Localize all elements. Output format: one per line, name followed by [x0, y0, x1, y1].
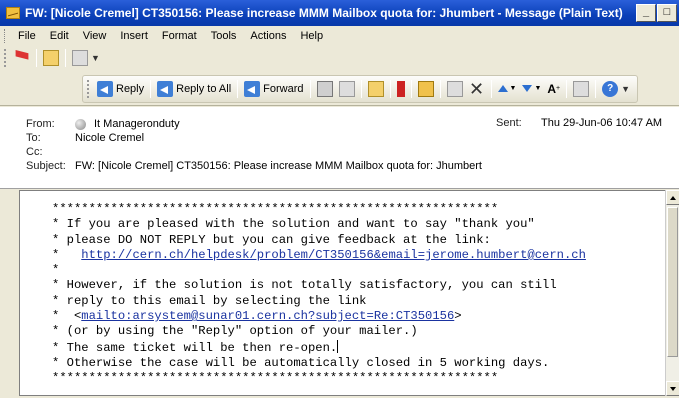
address-book-button[interactable]: ▼	[69, 47, 103, 69]
follow-up-button[interactable]	[394, 78, 408, 100]
body-stars-bottom: ****************************************…	[52, 371, 499, 386]
copy-button[interactable]	[336, 78, 358, 100]
text-cursor	[337, 339, 339, 353]
window-title: FW: [Nicole Cremel] CT350156: Please inc…	[25, 6, 623, 20]
menu-format[interactable]: Format	[155, 30, 204, 42]
menu-tools[interactable]: Tools	[204, 30, 244, 42]
menu-file[interactable]: File	[11, 30, 43, 42]
menu-help[interactable]: Help	[293, 30, 330, 42]
scroll-up-button[interactable]	[666, 190, 679, 205]
delete-button[interactable]: ✕	[466, 78, 488, 100]
standard-toolbar: ▼	[0, 46, 679, 70]
copy-to-folder-button[interactable]	[444, 78, 466, 100]
body-line: * The same ticket will be then re-open.	[52, 340, 338, 355]
encoding-icon	[573, 80, 590, 97]
categorize-button[interactable]	[365, 78, 387, 100]
reply-icon	[97, 80, 113, 97]
message-toolbar: Reply Reply to All Forward ✕ ▼ ▼ A + ? ▼	[0, 72, 679, 106]
cc-label: Cc:	[26, 146, 43, 158]
flag-icon	[396, 80, 405, 97]
to-label: To:	[26, 132, 41, 144]
printer-icon	[316, 80, 333, 97]
reply-button[interactable]: Reply	[94, 78, 147, 100]
body-line: * However, if the solution is not totall…	[52, 278, 557, 293]
to-value[interactable]: Nicole Cremel	[75, 132, 144, 144]
message-body[interactable]: ****************************************…	[19, 190, 665, 396]
arrow-down-icon	[522, 85, 533, 92]
subject-row: Subject: FW: [Nicole Cremel] CT350156: P…	[26, 159, 679, 173]
chevron-down-icon: ▼	[91, 53, 100, 63]
menu-bar: File Edit View Insert Format Tools Actio…	[0, 26, 679, 46]
menu-actions[interactable]: Actions	[243, 30, 293, 42]
presence-icon[interactable]	[75, 118, 86, 130]
help-button[interactable]: ? ▼	[599, 78, 633, 100]
vertical-scrollbar[interactable]	[665, 190, 679, 396]
mailto-link[interactable]: mailto:arsystem@sunar01.cern.ch?subject=…	[81, 309, 454, 323]
sent-value: Thu 29-Jun-06 10:47 AM	[541, 117, 663, 129]
reply-all-icon	[157, 80, 174, 97]
folder-copy-icon	[446, 80, 463, 97]
font-size-icon: A	[547, 81, 557, 96]
toolbar-grip[interactable]	[4, 49, 7, 67]
chevron-down-icon: ▼	[621, 83, 631, 94]
from-value[interactable]: It Manageronduty	[94, 118, 180, 130]
junk-icon	[15, 50, 29, 60]
font-size-button[interactable]: A +	[544, 78, 563, 100]
envelope-check-icon	[43, 50, 59, 66]
reply-all-button[interactable]: Reply to All	[154, 78, 234, 100]
scroll-down-button[interactable]	[666, 381, 679, 396]
body-line: * If you are pleased with the solution a…	[52, 217, 535, 232]
delete-icon: ✕	[468, 78, 485, 99]
body-line: * please DO NOT REPLY but you can give f…	[52, 232, 491, 247]
sent-row: Sent: Thu 29-Jun-06 10:47 AM	[496, 117, 662, 129]
minimize-button[interactable]: _	[636, 4, 656, 22]
feedback-link[interactable]: http://cern.ch/helpdesk/problem/CT350156…	[81, 248, 586, 262]
folder-move-icon	[417, 80, 434, 97]
next-item-button[interactable]: ▼	[519, 78, 544, 100]
window-controls: _ □	[635, 4, 677, 22]
encoding-button[interactable]	[570, 78, 592, 100]
menu-edit[interactable]: Edit	[43, 30, 76, 42]
body-line: *	[52, 263, 60, 278]
sent-label: Sent:	[496, 117, 522, 129]
subject-label: Subject:	[26, 160, 66, 172]
menu-insert[interactable]: Insert	[113, 30, 155, 42]
menu-view[interactable]: View	[76, 30, 114, 42]
category-icon	[367, 80, 384, 97]
address-book-icon	[72, 50, 88, 66]
envelope-icon	[6, 7, 20, 19]
restore-button[interactable]: □	[657, 4, 677, 22]
message-header: From: It Manageronduty To: Nicole Cremel…	[0, 107, 679, 189]
arrow-up-icon	[497, 85, 508, 92]
mark-read-button[interactable]	[40, 47, 62, 69]
body-line: * (or by using the "Reply" option of you…	[52, 324, 418, 339]
scroll-thumb[interactable]	[667, 207, 678, 357]
from-label: From:	[26, 118, 55, 130]
forward-button[interactable]: Forward	[241, 78, 306, 100]
cc-row: Cc:	[26, 145, 679, 159]
title-bar: FW: [Nicole Cremel] CT350156: Please inc…	[0, 0, 679, 26]
body-line: * Otherwise the case will be automatical…	[52, 355, 550, 370]
print-button[interactable]	[314, 78, 336, 100]
to-row: To: Nicole Cremel	[26, 131, 679, 145]
body-stars-top: ****************************************…	[52, 202, 499, 216]
move-to-folder-button[interactable]	[415, 78, 437, 100]
body-line: * reply to this email by selecting the l…	[52, 293, 367, 308]
help-icon: ?	[602, 80, 619, 97]
toolbar-grip[interactable]	[87, 79, 90, 98]
forward-icon	[244, 80, 261, 97]
copy-icon	[338, 80, 355, 97]
subject-value: FW: [Nicole Cremel] CT350156: Please inc…	[75, 160, 482, 172]
menu-grip[interactable]	[4, 29, 7, 43]
junk-button[interactable]	[11, 47, 33, 69]
previous-item-button[interactable]: ▼	[495, 78, 520, 100]
